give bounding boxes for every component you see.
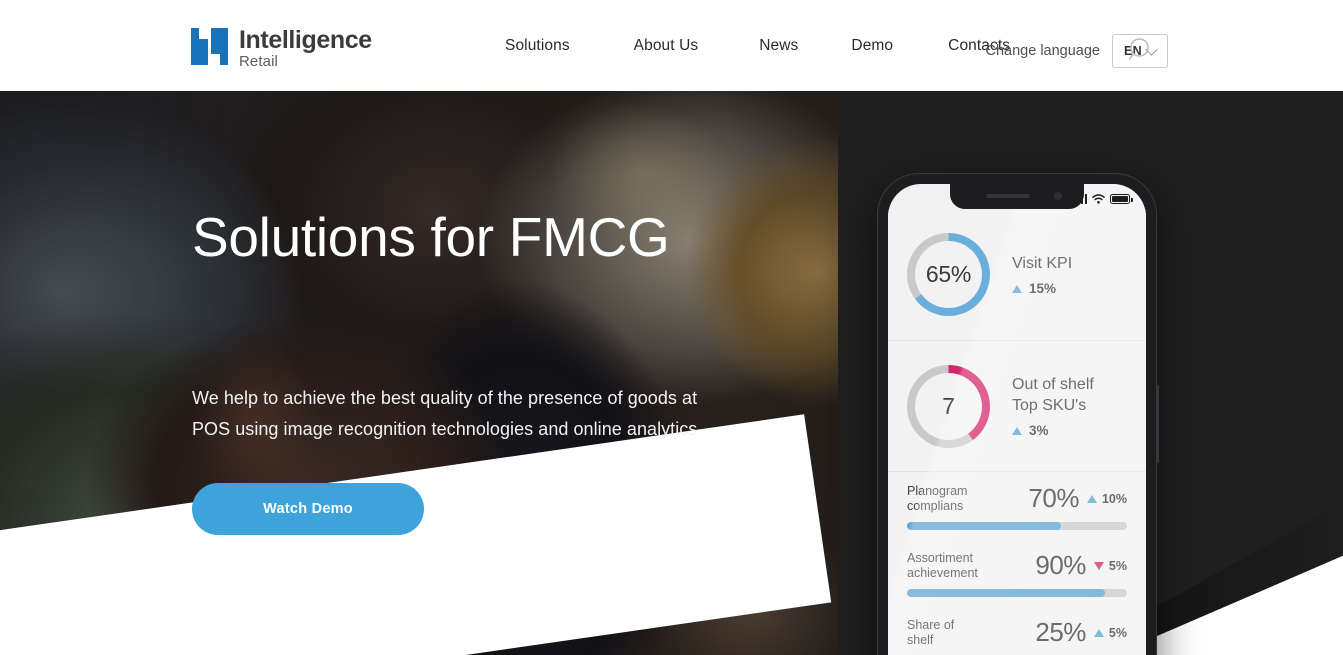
kpi-delta: 3% [1012,423,1094,438]
metric-name-line1: Planogram [907,483,968,498]
main-navigation: Solutions About Us News Demo Contacts [505,37,1010,55]
metric-value: 90% [1035,550,1086,580]
kpi-card-visit: 65% Visit KPI 15% [888,209,1146,341]
signal-bars-icon [1072,194,1087,204]
metric-name: Share of shelf [907,618,1002,648]
metric-name-line2: complians [907,498,964,513]
metric-row-share-of-shelf: Share of shelf 25% 5% [888,606,1146,655]
phone-screen: 65% Visit KPI 15% 7 Out of shelf Top SKU… [888,184,1146,655]
metric-delta-value: 10% [1101,491,1127,506]
triangle-up-icon [1086,494,1097,503]
metric-value: 25% [1035,617,1086,647]
metric-name: Planogram complians [907,484,1002,514]
kpi-delta: 15% [1012,281,1072,296]
metric-name-line1: Share of [907,617,955,632]
donut-center: 65% [915,241,982,308]
metric-delta: 10% [1086,491,1127,506]
metric-row-planogram: Planogram complians 70% 10% [888,472,1146,539]
site-logo[interactable]: Intelligence Retail [191,27,372,71]
progress-track [907,589,1127,597]
kpi-label-line2: Top SKU's [1012,397,1087,414]
hero-cta-group: Watch Demo Make your store perfect [192,483,752,535]
phone-notch [950,184,1084,209]
watch-demo-button[interactable]: Watch Demo [192,483,424,535]
kpi-label: Visit KPI [1012,255,1073,272]
phone-speaker-icon [986,194,1030,198]
logo-wordmark: Intelligence Retail [239,27,372,71]
triangle-up-icon [1012,284,1022,293]
nav-item-about-us[interactable]: About Us [634,37,699,55]
metric-name: Assortiment achievement [907,551,1002,581]
hero-subtitle: We help to achieve the best quality of t… [192,388,698,439]
metric-name-line1: Assortiment [907,550,973,565]
metric-delta-value: 5% [1108,625,1127,640]
page-title: Solutions for FMCG [192,206,670,268]
metric-value: 70% [1028,483,1079,513]
search-icon [1128,38,1149,60]
nav-item-solutions[interactable]: Solutions [505,37,570,55]
metric-row-assortiment: Assortiment achievement 90% 5% [888,539,1146,606]
nav-item-demo[interactable]: Demo [851,37,893,55]
site-header: Intelligence Retail Solutions About Us N… [0,0,1343,91]
wifi-icon [1092,194,1105,204]
landing-page: Intelligence Retail Solutions About Us N… [0,0,1343,655]
triangle-up-icon [1012,426,1022,435]
intelligence-retail-logo-icon [191,28,228,65]
nav-item-news[interactable]: News [759,37,798,55]
triangle-down-icon [1093,561,1104,570]
kpi-delta-value: 15% [1029,281,1057,296]
metric-delta: 5% [1093,625,1127,640]
kpi-delta-value: 3% [1029,423,1049,438]
metric-name-line2: achievement [907,565,978,580]
kpi-label-line1: Out of shelf [1012,376,1094,393]
progress-track [907,522,1127,530]
kpi-text-visit: Visit KPI 15% [1012,253,1072,296]
hero-content: Solutions for FMCG We help to achieve th… [192,206,752,535]
donut-value: 65% [925,261,972,287]
search-button[interactable] [1125,34,1157,66]
donut-chart-out-of-shelf: 7 [907,364,990,448]
metric-delta-value: 5% [1108,558,1127,573]
make-your-store-perfect-button[interactable]: Make your store perfect [453,483,682,535]
kpi-card-out-of-shelf: 7 Out of shelf Top SKU's 3% [888,341,1146,472]
donut-center: 7 [915,372,982,440]
battery-icon [1110,194,1133,204]
donut-value: 7 [942,392,955,419]
kpi-text-out-of-shelf: Out of shelf Top SKU's 3% [1012,374,1094,438]
metric-name-line2: shelf [907,632,934,647]
change-language-label: Change language [985,43,1101,59]
hero-section: Solutions for FMCG We help to achieve th… [0,91,1343,655]
phone-mockup: 65% Visit KPI 15% 7 Out of shelf Top SKU… [877,173,1159,655]
triangle-up-icon [1093,628,1104,637]
phone-camera-icon [1054,192,1062,200]
logo-title: Intelligence [239,26,372,54]
metric-delta: 5% [1093,558,1127,573]
donut-chart-visit: 65% [907,233,990,316]
phone-status-bar [1072,193,1133,204]
phone-side-button [1156,385,1159,463]
logo-subtitle: Retail [239,53,278,70]
